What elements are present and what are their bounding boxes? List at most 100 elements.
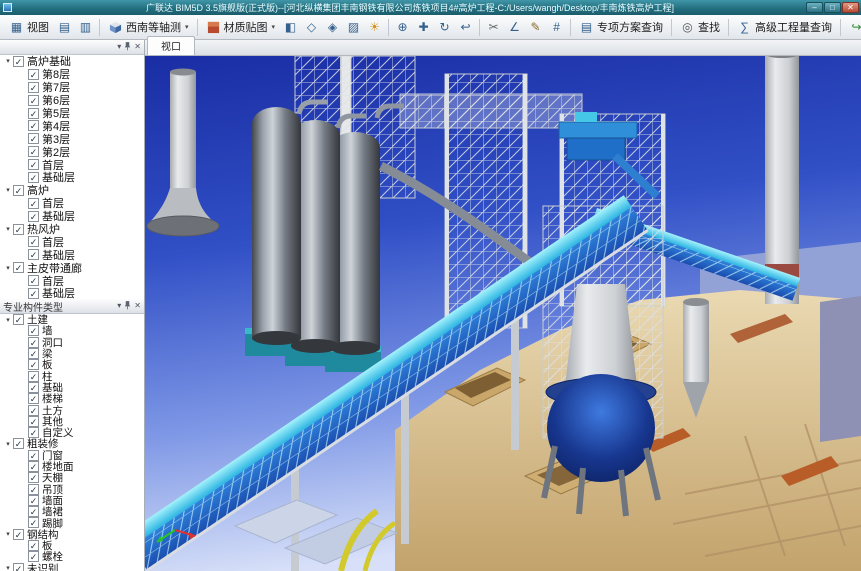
checkbox[interactable]: ✓ (28, 210, 39, 222)
special-plan-query-button[interactable]: ▤ 专项方案查询 (574, 17, 668, 38)
checkbox[interactable]: ✓ (28, 159, 39, 171)
checkbox[interactable]: ✓ (28, 449, 39, 461)
axonometric-dropdown[interactable]: 西南等轴测 ▾ (103, 17, 194, 38)
checkbox[interactable]: ✓ (28, 94, 39, 106)
tree-item[interactable]: ✓ 第2层 (0, 145, 144, 159)
tree-item[interactable]: ✓ 楼地面 (0, 461, 144, 473)
checkbox[interactable]: ✓ (28, 120, 39, 132)
tree-item[interactable]: ▾ ✓ 高炉基础 (0, 55, 144, 68)
model-tree-icon-button[interactable]: ▤ (54, 17, 75, 38)
tree-item[interactable]: ▾ ✓ 主皮带通廊 (0, 261, 144, 275)
tree-item[interactable]: ▾ ✓ 高炉 (0, 184, 144, 197)
maximize-button[interactable]: □ (824, 2, 841, 13)
checkbox[interactable]: ✓ (28, 348, 39, 360)
checkbox[interactable]: ✓ (13, 262, 24, 274)
checkbox[interactable]: ✓ (28, 483, 39, 495)
checkbox[interactable]: ✓ (28, 404, 39, 416)
checkbox[interactable]: ✓ (13, 184, 24, 196)
tree-item[interactable]: ✓ 第3层 (0, 132, 144, 146)
checkbox[interactable]: ✓ (28, 393, 39, 405)
checkbox[interactable]: ✓ (28, 336, 39, 348)
view-menu-button[interactable]: ▦ 视图 (4, 17, 54, 38)
tree-item[interactable]: ✓ 墙面 (0, 494, 144, 507)
expand-arrow-icon[interactable]: ▾ (3, 564, 13, 571)
export-button[interactable]: ↪ 导出 ▾ (844, 17, 861, 38)
close-panel-icon[interactable]: ✕ (134, 42, 141, 52)
checkbox[interactable]: ✓ (13, 528, 24, 540)
checkbox[interactable]: ✓ (28, 68, 39, 80)
checkbox[interactable]: ✓ (13, 223, 24, 235)
wireframe-view-icon-button[interactable]: ◇ (301, 17, 322, 38)
tree-item[interactable]: ✓ 第6层 (0, 94, 144, 107)
tree-item[interactable]: ✓ 螺栓 (0, 551, 144, 563)
checkbox[interactable]: ✓ (28, 249, 39, 261)
checkbox[interactable]: ✓ (28, 146, 39, 158)
checkbox[interactable]: ✓ (28, 81, 39, 93)
checkbox[interactable]: ✓ (28, 461, 39, 472)
expand-arrow-icon[interactable]: ▾ (3, 316, 13, 324)
tree-item[interactable]: ✓ 梁 (0, 348, 144, 360)
checkbox[interactable]: ✓ (28, 540, 39, 552)
checkbox[interactable]: ✓ (28, 236, 39, 248)
section-icon-button[interactable]: ✂ (483, 17, 504, 38)
panel-menu-icon[interactable]: ▾ (117, 42, 121, 52)
tree-item[interactable]: ✓ 吊顶 (0, 483, 144, 496)
hidden-line-view-icon-button[interactable]: ◈ (322, 17, 343, 38)
checkbox[interactable]: ✓ (13, 314, 24, 326)
tree-item[interactable]: ✓ 第8层 (0, 68, 144, 81)
checkbox[interactable]: ✓ (28, 197, 39, 209)
checkbox[interactable]: ✓ (28, 472, 39, 484)
expand-arrow-icon[interactable]: ▾ (3, 225, 13, 233)
pin-icon[interactable] (124, 41, 131, 54)
markup-icon-button[interactable]: ✎ (525, 17, 546, 38)
checkbox[interactable]: ✓ (28, 494, 39, 506)
tree-item[interactable]: ✓ 楼梯 (0, 393, 144, 405)
checkbox[interactable]: ✓ (28, 359, 39, 371)
realistic-view-icon-button[interactable]: ▨ (343, 17, 364, 38)
close-button[interactable]: ✕ (842, 2, 859, 13)
tree-item[interactable]: ✓ 第4层 (0, 119, 144, 133)
checkbox[interactable]: ✓ (28, 287, 39, 299)
pin-icon[interactable] (124, 300, 131, 313)
close-panel-icon[interactable]: ✕ (134, 301, 141, 311)
tree-item[interactable]: ✓ 墙裙 (0, 506, 144, 518)
checkbox[interactable]: ✓ (13, 562, 24, 571)
checkbox[interactable]: ✓ (13, 55, 24, 67)
previous-view-icon-button[interactable]: ↩ (455, 17, 476, 38)
expand-arrow-icon[interactable]: ▾ (3, 440, 13, 448)
tree-item[interactable]: ✓ 基础层 (0, 287, 144, 299)
expand-arrow-icon[interactable]: ▾ (3, 264, 13, 272)
checkbox[interactable]: ✓ (28, 506, 39, 518)
tree-item[interactable]: ✓ 基础层 (0, 171, 144, 184)
checkbox[interactable]: ✓ (28, 275, 39, 287)
checkbox[interactable]: ✓ (28, 415, 39, 427)
expand-arrow-icon[interactable]: ▾ (3, 530, 13, 538)
checkbox[interactable]: ✓ (28, 133, 39, 145)
stove-1[interactable] (252, 107, 301, 345)
lighting-icon-button[interactable]: ☀ (364, 17, 385, 38)
checkbox[interactable]: ✓ (13, 438, 24, 450)
tree-item[interactable]: ✓ 第5层 (0, 107, 144, 120)
expand-arrow-icon[interactable]: ▾ (3, 186, 13, 194)
shaded-view-icon-button[interactable]: ◧ (280, 17, 301, 38)
checkbox[interactable]: ✓ (28, 325, 39, 337)
3d-viewport[interactable] (145, 56, 861, 571)
checkbox[interactable]: ✓ (28, 107, 39, 119)
tree-item[interactable]: ✓ 土方 (0, 404, 144, 417)
orbit-icon-button[interactable]: ↻ (434, 17, 455, 38)
find-button[interactable]: ◎ 查找 (675, 17, 725, 38)
tree-item[interactable]: ▾ ✓ 钢结构 (0, 528, 144, 541)
tree-item[interactable]: ▾ ✓ 未识别 (0, 562, 144, 571)
tree-item[interactable]: ✓ 第7层 (0, 81, 144, 94)
tree-item[interactable]: ✓ 洞口 (0, 336, 144, 349)
tree-item[interactable]: ✓ 柱 (0, 370, 144, 383)
flow-section-icon-button[interactable]: ▥ (75, 17, 96, 38)
checkbox[interactable]: ✓ (28, 370, 39, 382)
tree-item[interactable]: ▾ ✓ 土建 (0, 314, 144, 326)
minimize-button[interactable]: – (806, 2, 823, 13)
checkbox[interactable]: ✓ (28, 171, 39, 183)
tree-item[interactable]: ✓ 踢脚 (0, 517, 144, 530)
tree-item[interactable]: ▾ ✓ 热风炉 (0, 223, 144, 236)
panel-menu-icon[interactable]: ▾ (117, 301, 121, 311)
zoom-fit-icon-button[interactable]: ⊕ (392, 17, 413, 38)
